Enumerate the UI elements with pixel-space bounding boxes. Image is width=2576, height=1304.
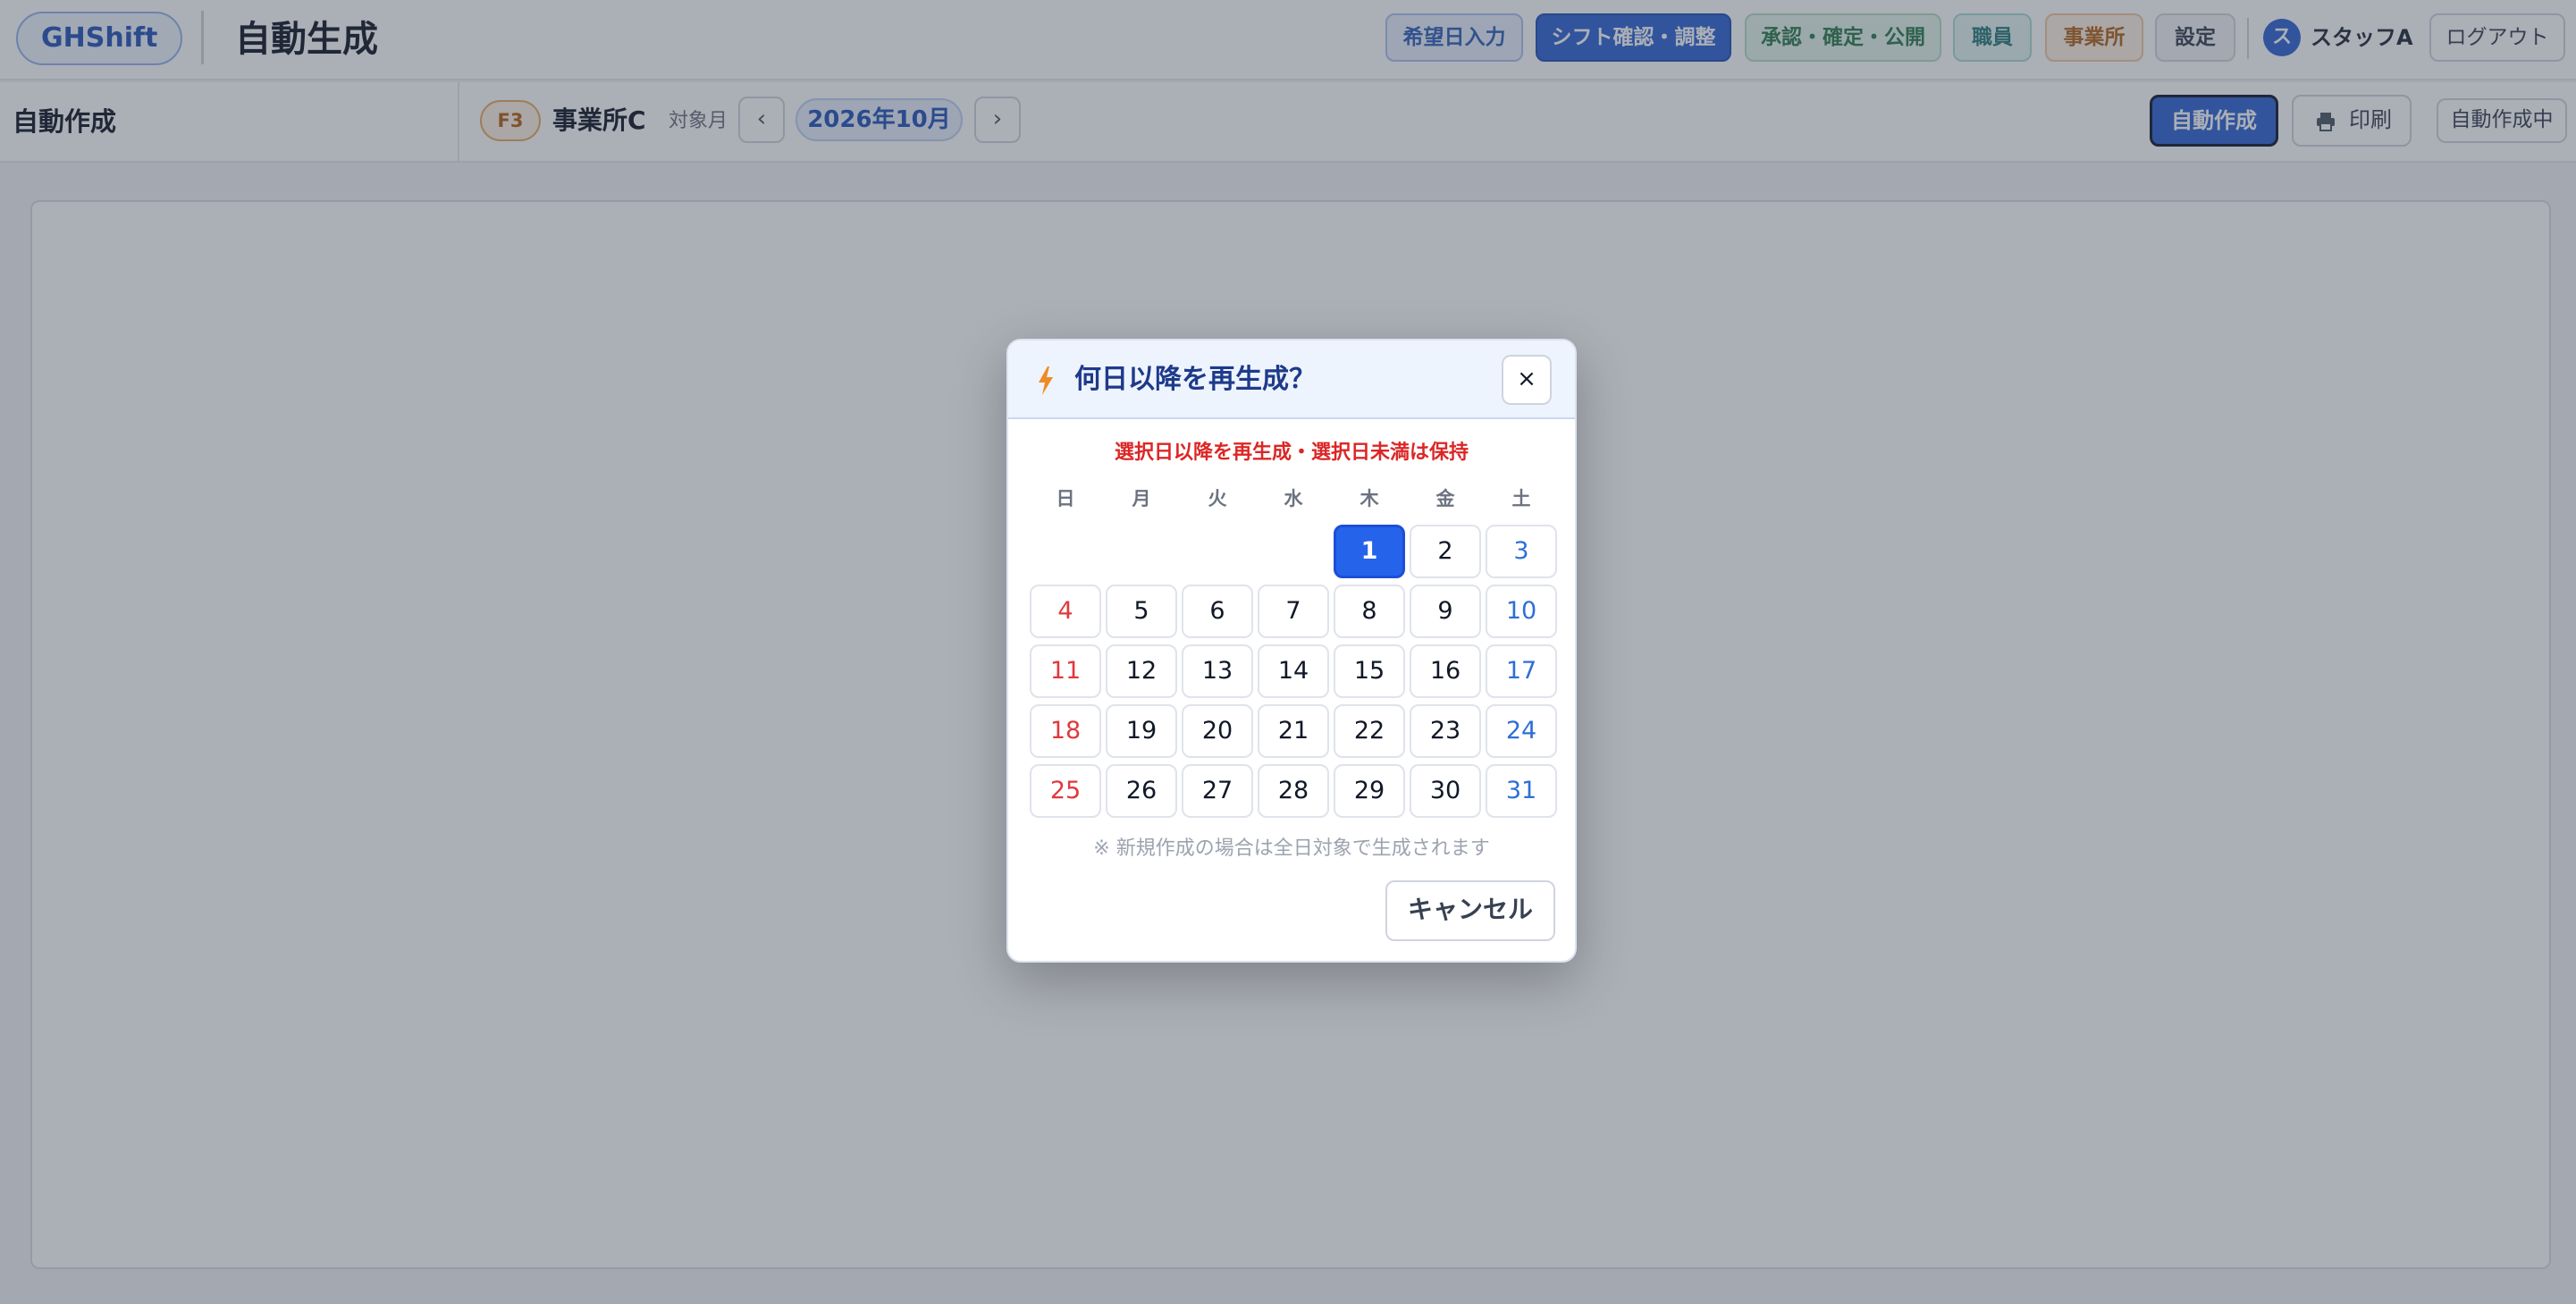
calendar-day-5[interactable]: 5 bbox=[1106, 585, 1177, 638]
close-button[interactable]: × bbox=[1502, 355, 1552, 405]
calendar-day-17[interactable]: 17 bbox=[1486, 644, 1557, 698]
weekday-label: 木 bbox=[1360, 488, 1379, 509]
calendar-day-9[interactable]: 9 bbox=[1410, 585, 1481, 638]
calendar-day-16[interactable]: 16 bbox=[1410, 644, 1481, 698]
calendar-day-22[interactable]: 22 bbox=[1334, 704, 1405, 758]
weekday-label: 水 bbox=[1284, 488, 1303, 509]
calendar-day-2[interactable]: 2 bbox=[1410, 525, 1481, 578]
calendar-day-4[interactable]: 4 bbox=[1030, 585, 1101, 638]
calendar-day-6[interactable]: 6 bbox=[1182, 585, 1253, 638]
calendar-day-3[interactable]: 3 bbox=[1486, 525, 1557, 578]
calendar-day-25[interactable]: 25 bbox=[1030, 764, 1101, 818]
calendar-day-15[interactable]: 15 bbox=[1334, 644, 1405, 698]
calendar-day-23[interactable]: 23 bbox=[1410, 704, 1481, 758]
calendar-day-7[interactable]: 7 bbox=[1258, 585, 1329, 638]
dialog-header: 何日以降を再生成？ × bbox=[1008, 341, 1575, 419]
calendar-day-12[interactable]: 12 bbox=[1106, 644, 1177, 698]
weekday-label: 金 bbox=[1435, 488, 1455, 509]
bolt-icon bbox=[1039, 366, 1053, 395]
calendar-day-24[interactable]: 24 bbox=[1486, 704, 1557, 758]
calendar-day-19[interactable]: 19 bbox=[1106, 704, 1177, 758]
regenerate-dialog: 何日以降を再生成？ × 選択日以降を再生成・選択日未満は保持 日 月 火 水 木 金 土 1… bbox=[1006, 339, 1577, 963]
calendar-day-10[interactable]: 10 bbox=[1486, 585, 1557, 638]
calendar-day-11[interactable]: 11 bbox=[1030, 644, 1101, 698]
weekday-label: 火 bbox=[1208, 488, 1227, 509]
calendar-day-31[interactable]: 31 bbox=[1486, 764, 1557, 818]
dialog-title: 何日以降を再生成？ bbox=[1074, 364, 1316, 395]
calendar-day-29[interactable]: 29 bbox=[1334, 764, 1405, 818]
calendar-day-8[interactable]: 8 bbox=[1334, 585, 1405, 638]
cancel-button[interactable]: キャンセル bbox=[1385, 880, 1555, 941]
dialog-warning-note: 選択日以降を再生成・選択日未満は保持 bbox=[1114, 442, 1469, 464]
weekday-label: 土 bbox=[1511, 488, 1531, 509]
dialog-hint: ※ 新規作成の場合は全日対象で生成されます bbox=[1093, 837, 1490, 860]
calendar-day-30[interactable]: 30 bbox=[1410, 764, 1481, 818]
calendar-day-28[interactable]: 28 bbox=[1258, 764, 1329, 818]
calendar-day-18[interactable]: 18 bbox=[1030, 704, 1101, 758]
weekday-label: 日 bbox=[1056, 488, 1075, 509]
calendar-day-21[interactable]: 21 bbox=[1258, 704, 1329, 758]
calendar-day-27[interactable]: 27 bbox=[1182, 764, 1253, 818]
calendar-day-20[interactable]: 20 bbox=[1182, 704, 1253, 758]
calendar-day-1[interactable]: 1 bbox=[1334, 525, 1405, 578]
weekday-label: 月 bbox=[1132, 488, 1151, 509]
calendar-day-26[interactable]: 26 bbox=[1106, 764, 1177, 818]
calendar-day-13[interactable]: 13 bbox=[1182, 644, 1253, 698]
calendar-day-14[interactable]: 14 bbox=[1258, 644, 1329, 698]
